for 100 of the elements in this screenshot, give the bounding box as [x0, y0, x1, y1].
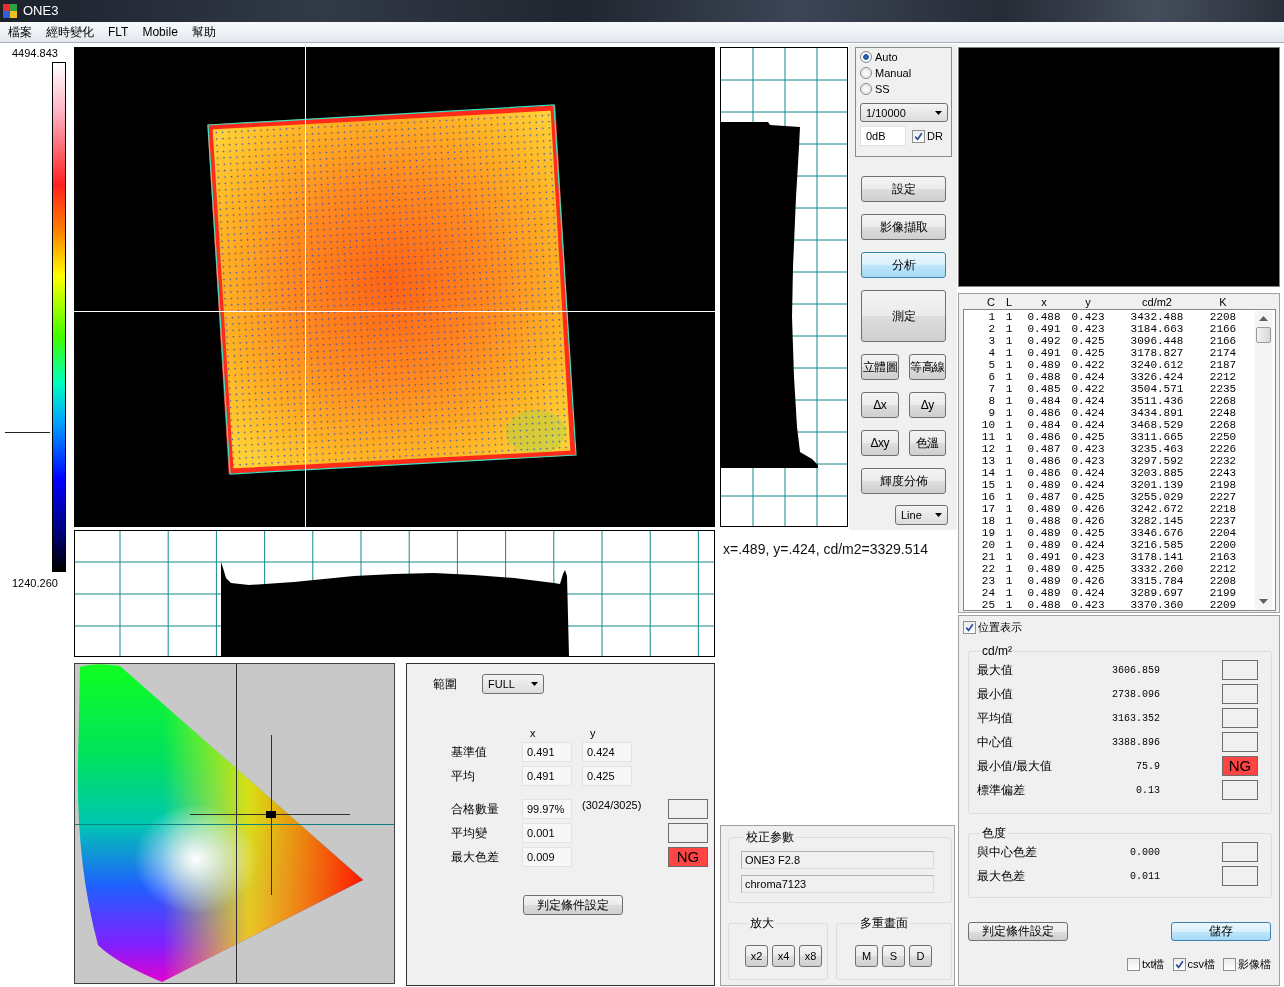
push-button[interactable]: Δxy — [861, 430, 899, 456]
table-cell: 0.488 — [1027, 311, 1061, 323]
push-button[interactable]: 等高線 — [908, 354, 946, 380]
table-cell: 11 — [981, 431, 995, 443]
menu-item[interactable]: 幫助 — [184, 24, 223, 40]
table-cell: 1 — [1005, 575, 1013, 587]
text-field[interactable]: ONE3 F2.8 — [741, 851, 934, 869]
stat-label: 最小值 — [977, 685, 1013, 703]
menu-item[interactable]: Mobile — [135, 24, 185, 40]
table-cell: 0.424 — [1071, 419, 1105, 431]
push-button[interactable]: D — [909, 945, 932, 967]
caret-icon — [935, 513, 942, 517]
table-cell: 12 — [981, 443, 995, 455]
menu-item[interactable]: 經時變化 — [39, 24, 101, 40]
table-cell: 2268 — [1209, 419, 1237, 431]
table-cell: 2166 — [1209, 323, 1237, 335]
checkbox-label[interactable]: 影像檔 — [1238, 957, 1271, 971]
table-cell: 2163 — [1209, 551, 1237, 563]
table-cell: 19 — [981, 527, 995, 539]
push-button[interactable]: M — [855, 945, 878, 967]
column-header: L — [1005, 295, 1013, 308]
table-cell: 1 — [1005, 311, 1013, 323]
result-indicator: NG — [668, 847, 708, 867]
gain-field[interactable]: 0dB — [860, 126, 906, 146]
range-label: 範圍 — [433, 675, 458, 693]
table-cell: 3297.592 — [1130, 455, 1184, 467]
checkbox[interactable] — [963, 620, 976, 634]
menu-item[interactable]: FLT — [101, 24, 136, 40]
table-cell: 0.424 — [1071, 407, 1105, 419]
table-cell: 3434.891 — [1130, 407, 1184, 419]
radio-label[interactable]: SS — [875, 82, 890, 96]
table-cell: 0.488 — [1027, 599, 1061, 611]
table-cell: 23 — [981, 575, 995, 587]
checkbox[interactable] — [1223, 957, 1236, 971]
checkbox-label[interactable]: csv檔 — [1187, 957, 1215, 971]
table-cell: 3346.676 — [1130, 527, 1184, 539]
push-button[interactable]: 色溫 — [908, 430, 946, 456]
table-cell: 9 — [988, 407, 995, 419]
table-cell: 0.423 — [1071, 323, 1105, 335]
radio-label[interactable]: Manual — [875, 66, 912, 80]
table-cell: 1 — [1005, 599, 1013, 611]
table-cell: 24 — [981, 587, 995, 599]
push-button[interactable]: Δy — [908, 392, 946, 418]
push-button[interactable]: 設定 — [861, 176, 946, 202]
row-label: 平均變 — [451, 824, 487, 842]
push-button[interactable]: x4 — [772, 945, 795, 967]
table-cell: 3315.784 — [1130, 575, 1184, 587]
caret-icon — [935, 110, 942, 115]
radio-label[interactable]: Auto — [875, 50, 898, 64]
table-cell: 0.487 — [1027, 443, 1061, 455]
push-button[interactable]: 測定 — [861, 290, 946, 342]
table-cell: 3096.448 — [1130, 335, 1184, 347]
push-button[interactable]: x2 — [745, 945, 768, 967]
table-cell: 2248 — [1209, 407, 1237, 419]
checkbox-label[interactable]: 位置表示 — [978, 620, 1022, 634]
push-button[interactable]: Δx — [861, 392, 899, 418]
view-mode-dropdown[interactable]: Line — [895, 505, 948, 525]
push-button[interactable]: 判定條件設定 — [523, 895, 623, 915]
table-cell: 1 — [988, 311, 995, 323]
push-button[interactable]: 輝度分佈 — [861, 468, 946, 494]
table-cell: 0.489 — [1027, 503, 1061, 515]
scrollbar[interactable] — [1255, 311, 1272, 609]
checkbox[interactable] — [912, 129, 925, 143]
checkbox[interactable] — [1172, 957, 1186, 971]
checkbox[interactable] — [1126, 957, 1140, 971]
stat-value: 75.9 — [1136, 760, 1160, 772]
radio-button[interactable] — [860, 83, 872, 95]
push-button[interactable]: S — [882, 945, 905, 967]
table-cell: 1 — [1005, 587, 1013, 599]
result-indicator: NG — [1222, 756, 1258, 776]
menu-item[interactable]: 檔案 — [1, 24, 39, 40]
push-button[interactable]: 分析 — [861, 252, 946, 278]
checkbox-label[interactable]: DR — [927, 129, 943, 143]
range-dropdown[interactable]: FULL — [482, 674, 544, 694]
push-button[interactable]: 立體圖 — [861, 354, 899, 380]
table-cell: 1 — [1005, 515, 1013, 527]
text-field[interactable]: chroma7123 — [741, 875, 934, 893]
push-button[interactable]: 判定條件設定 — [968, 922, 1068, 941]
table-cell: 3201.139 — [1130, 479, 1184, 491]
table-cell: 0.425 — [1071, 563, 1105, 575]
shutter-dropdown[interactable]: 1/10000 — [860, 103, 948, 122]
table-cell: 3511.436 — [1130, 395, 1184, 407]
push-button[interactable]: 儲存 — [1171, 922, 1271, 941]
radio-button[interactable] — [860, 67, 872, 79]
check-icon — [914, 131, 923, 141]
scroll-thumb[interactable] — [1256, 327, 1272, 343]
caret-icon — [531, 682, 538, 686]
push-button[interactable]: x8 — [799, 945, 822, 967]
table-cell: 0.491 — [1027, 323, 1061, 335]
radio-button[interactable] — [860, 51, 872, 63]
table-cell: 3178.827 — [1130, 347, 1184, 359]
push-button[interactable]: 影像擷取 — [861, 214, 946, 240]
table-cell: 1 — [1005, 563, 1013, 575]
checkbox-label[interactable]: txt檔 — [1141, 957, 1165, 971]
window-title: ONE3 — [23, 3, 59, 19]
table-cell: 1 — [1005, 383, 1013, 395]
table-cell: 0.489 — [1027, 575, 1061, 587]
table-cell: 2232 — [1209, 455, 1237, 467]
readout-text: x=.489, y=.424, cd/m2=3329.514 — [723, 540, 929, 558]
column-header: C — [987, 295, 995, 308]
